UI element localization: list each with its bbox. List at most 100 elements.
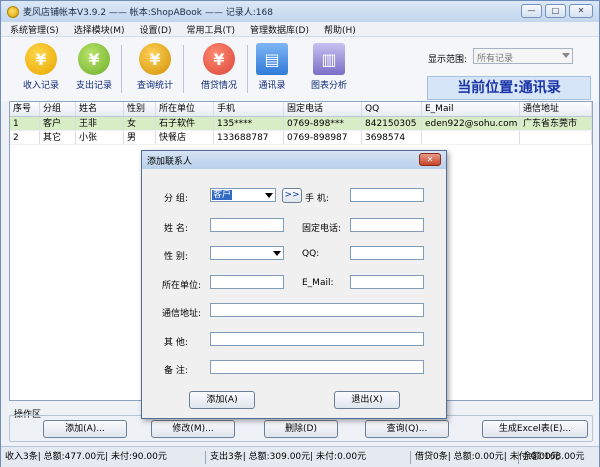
status-bar: 收入3条| 总额:477.00元| 未付:90.00元 支出3条| 总额:309… — [1, 446, 599, 467]
address-label: 通信地址: — [162, 309, 202, 319]
cell: 男 — [124, 131, 156, 144]
cell — [520, 131, 592, 144]
range-label: 显示范围: — [428, 55, 468, 65]
col-header[interactable]: 所在单位 — [156, 102, 214, 116]
delete-button[interactable]: 删除(D) — [264, 420, 338, 438]
menu-database[interactable]: 管理数据库(D) — [241, 23, 315, 36]
group-label: 分 组: — [164, 194, 188, 204]
group-select-value: 客户 — [212, 190, 233, 200]
loan-icon: ¥ — [203, 43, 235, 75]
col-header[interactable]: 通信地址 — [520, 102, 592, 116]
toolbar-income-button[interactable]: ¥ 收入记录 — [13, 43, 69, 91]
dialog-add-button[interactable]: 添加(A) — [189, 391, 255, 409]
add-contact-dialog: 添加联系人 ✕ 分 组: 客户 >> 手 机: 姓 名: 固定电话: 性 别: … — [141, 150, 447, 419]
range-select-value: 所有记录 — [477, 54, 514, 64]
cell: 王非 — [76, 117, 124, 130]
edit-button[interactable]: 修改(M)... — [151, 420, 235, 438]
status-balance: 余额:168.00元 — [523, 451, 585, 462]
dialog-title-bar: 添加联系人 — [142, 151, 446, 169]
chart-analysis-icon: ▥ — [313, 43, 345, 75]
cell: 135**** — [214, 117, 284, 130]
cell: 其它 — [40, 131, 76, 144]
cell: eden922@sohu.com — [422, 117, 520, 130]
chevron-down-icon — [272, 248, 282, 258]
status-expense: 支出3条| 总额:309.00元| 未付:0.00元 — [206, 450, 411, 464]
company-label: 所在单位: — [162, 281, 202, 291]
toolbar-income-label: 收入记录 — [22, 81, 59, 91]
qq-label: QQ: — [302, 249, 320, 259]
main-window: 麦风店铺帐本V3.9.2 —— 帐本:ShopABook —— 记录人:168 … — [0, 0, 600, 467]
minimize-button[interactable]: — — [521, 4, 542, 18]
address-input[interactable] — [210, 303, 424, 317]
cell: 0769-898*** — [284, 117, 362, 130]
toolbar-loan-button[interactable]: ¥ 借贷情况 — [191, 43, 247, 91]
col-header[interactable]: 性别 — [124, 102, 156, 116]
table-row[interactable]: 2 其它 小张 男 快餐店 133688787 0769-898987 3698… — [10, 131, 592, 145]
email-label: E_Mail: — [302, 278, 334, 288]
chevron-down-icon — [264, 190, 274, 200]
gender-select[interactable] — [210, 246, 284, 260]
cell: 快餐店 — [156, 131, 214, 144]
col-header[interactable]: E_Mail — [422, 102, 520, 116]
cell — [422, 131, 520, 144]
toolbar-address-book-button[interactable]: ▤ 通讯录 — [244, 43, 300, 91]
cell: 女 — [124, 117, 156, 130]
current-position: 当前位置:通讯录 — [427, 76, 591, 100]
app-icon — [7, 5, 19, 18]
table-header: 序号 分组 姓名 性别 所在单位 手机 固定电话 QQ E_Mail 通信地址 — [10, 102, 592, 117]
pick-group-button[interactable]: >> — [282, 188, 302, 203]
menu-modules[interactable]: 选择模块(M) — [65, 23, 131, 36]
name-input[interactable] — [210, 218, 284, 232]
other-label: 其 他: — [164, 338, 188, 348]
toolbar-query-button[interactable]: ¥ 查询统计 — [127, 43, 183, 91]
menu-tools[interactable]: 常用工具(T) — [178, 23, 242, 36]
toolbar-expense-button[interactable]: ¥ 支出记录 — [66, 43, 122, 91]
cell: 133688787 — [214, 131, 284, 144]
dialog-close-button[interactable]: ✕ — [419, 153, 441, 166]
col-header[interactable]: QQ — [362, 102, 422, 116]
menu-settings[interactable]: 设置(D) — [131, 23, 178, 36]
toolbar-chart-label: 图表分析 — [310, 81, 347, 91]
cell: 广东省东莞市 — [520, 117, 592, 130]
mobile-input[interactable] — [350, 188, 424, 202]
cell: 石子软件 — [156, 117, 214, 130]
ops-area: 添加(A)... 修改(M)... 删除(D) 查询(Q)... 生成Excel… — [9, 415, 593, 442]
add-button[interactable]: 添加(A)... — [43, 420, 127, 438]
search-button[interactable]: 查询(Q)... — [365, 420, 449, 438]
note-input[interactable] — [210, 360, 424, 374]
dialog-exit-button[interactable]: 退出(X) — [334, 391, 400, 409]
close-button[interactable]: ✕ — [569, 4, 593, 18]
toolbar-address-book-label: 通讯录 — [258, 81, 286, 91]
expense-icon: ¥ — [78, 43, 110, 75]
toolbar-chart-button[interactable]: ▥ 图表分析 — [301, 43, 357, 91]
phone-input[interactable] — [350, 218, 424, 232]
qq-input[interactable] — [350, 246, 424, 260]
menu-system[interactable]: 系统管理(S) — [1, 23, 65, 36]
company-input[interactable] — [210, 275, 284, 289]
other-input[interactable] — [210, 332, 424, 346]
phone-label: 固定电话: — [302, 224, 342, 234]
menu-help[interactable]: 帮助(H) — [315, 23, 362, 36]
query-stats-icon: ¥ — [139, 43, 171, 75]
group-select[interactable]: 客户 — [210, 188, 276, 202]
col-header[interactable]: 分组 — [40, 102, 76, 116]
col-header[interactable]: 手机 — [214, 102, 284, 116]
cell: 客户 — [40, 117, 76, 130]
export-excel-button[interactable]: 生成Excel表(E)... — [482, 420, 588, 438]
chevron-down-icon — [562, 53, 570, 58]
col-header[interactable]: 姓名 — [76, 102, 124, 116]
title-bar: 麦风店铺帐本V3.9.2 —— 帐本:ShopABook —— 记录人:168 … — [1, 1, 599, 22]
col-header[interactable]: 固定电话 — [284, 102, 362, 116]
table-row[interactable]: 1 客户 王非 女 石子软件 135**** 0769-898*** 84215… — [10, 117, 592, 131]
cell: 3698574 — [362, 131, 422, 144]
toolbar-query-label: 查询统计 — [136, 81, 173, 91]
maximize-button[interactable]: □ — [545, 4, 566, 18]
email-input[interactable] — [350, 275, 424, 289]
window-title: 麦风店铺帐本V3.9.2 —— 帐本:ShopABook —— 记录人:168 — [23, 8, 273, 18]
toolbar-loan-label: 借贷情况 — [200, 81, 237, 91]
cell: 842150305 — [362, 117, 422, 130]
status-loan: 借贷0条| 总额:0.00元| 未付:0.00元 — [411, 450, 560, 464]
col-header[interactable]: 序号 — [10, 102, 40, 116]
dialog-title: 添加联系人 — [147, 156, 193, 167]
range-select[interactable]: 所有记录 — [473, 48, 573, 64]
